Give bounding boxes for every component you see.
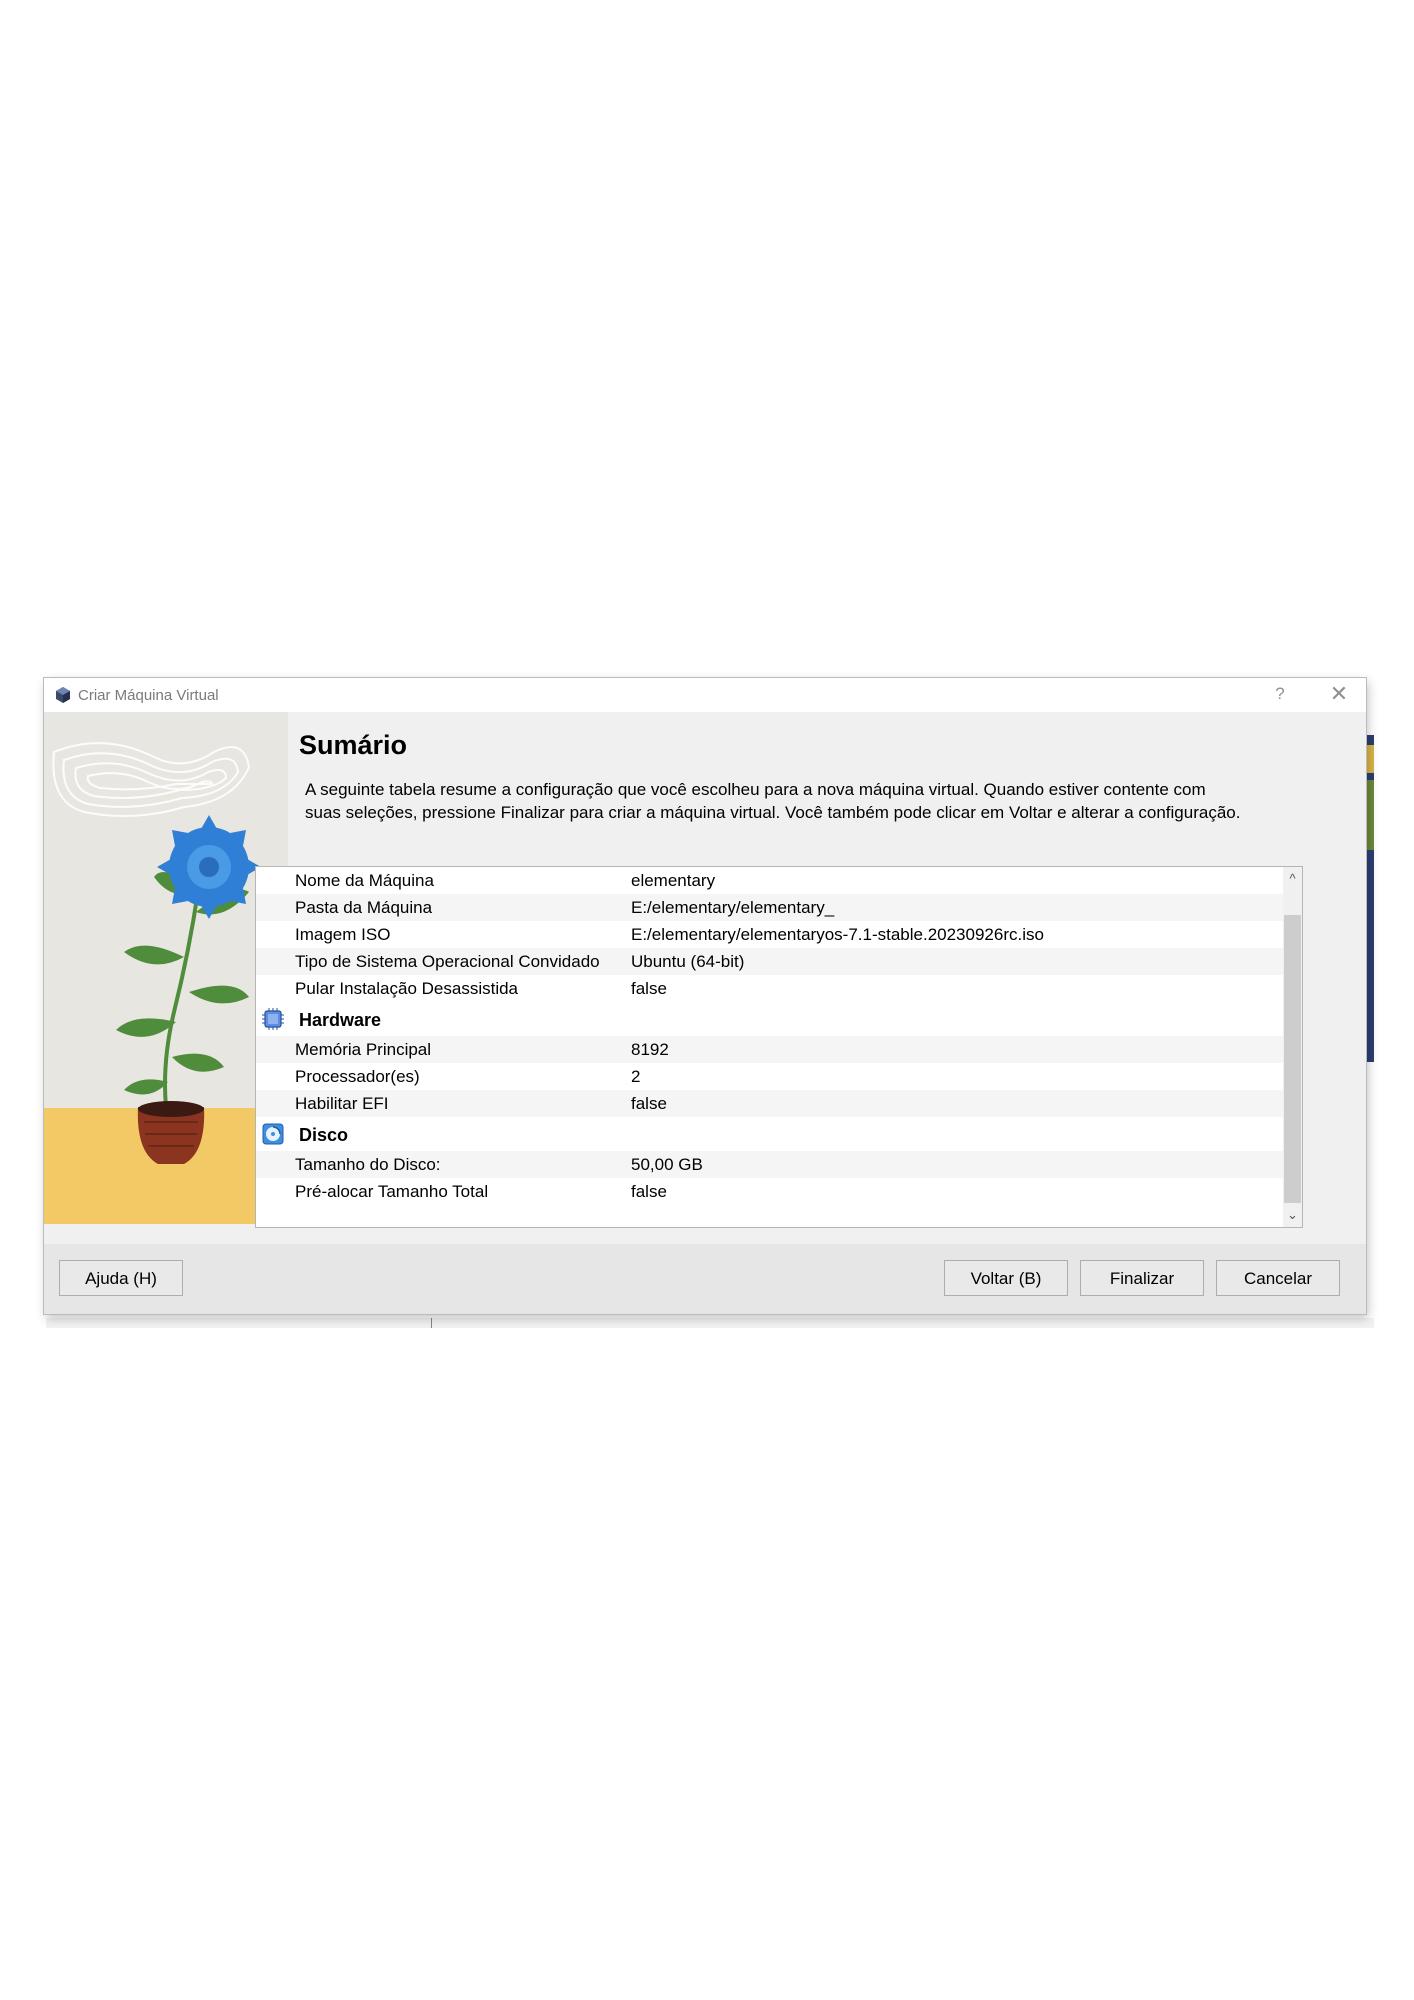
- dialog-footer: Ajuda (H) Voltar (B) Finalizar Cancelar: [44, 1244, 1366, 1314]
- row-key: Processador(es): [295, 1067, 420, 1086]
- row-value: false: [631, 979, 667, 998]
- row-value: Ubuntu (64-bit): [631, 952, 745, 971]
- scroll-up-icon[interactable]: ^: [1283, 869, 1302, 889]
- table-row: Nome da Máquina elementary: [256, 867, 1283, 894]
- wizard-illustration: [44, 712, 288, 1224]
- table-row: Imagem ISO E:/elementary/elementaryos-7.…: [256, 921, 1283, 948]
- row-value: elementary: [631, 871, 716, 890]
- section-disk: Disco: [256, 1117, 1283, 1151]
- close-icon[interactable]: ✕: [1326, 681, 1352, 707]
- chip-icon: [262, 1008, 284, 1030]
- row-key: Memória Principal: [295, 1040, 432, 1059]
- row-key: Pasta da Máquina: [295, 898, 433, 917]
- cancel-button[interactable]: Cancelar: [1216, 1260, 1340, 1296]
- vertical-scrollbar[interactable]: ^ ⌄: [1283, 867, 1302, 1227]
- table-row: Pular Instalação Desassistida false: [256, 975, 1283, 1002]
- title-bar: Criar Máquina Virtual ? ✕: [44, 678, 1366, 712]
- scroll-down-icon[interactable]: ⌄: [1283, 1205, 1302, 1225]
- row-key: Habilitar EFI: [295, 1094, 389, 1113]
- table-row: Processador(es) 2: [256, 1063, 1283, 1090]
- row-key: Tamanho do Disco:: [295, 1155, 441, 1174]
- row-value: E:/elementary/elementary_: [631, 898, 835, 917]
- page-description: A seguinte tabela resume a configuração …: [305, 780, 1241, 822]
- row-key: Pré-alocar Tamanho Total: [295, 1182, 489, 1201]
- row-value: 8192: [631, 1040, 669, 1059]
- window-title: Criar Máquina Virtual: [78, 687, 219, 704]
- table-row: Tipo de Sistema Operacional Convidado Ub…: [256, 948, 1283, 975]
- row-value: false: [631, 1094, 667, 1113]
- section-title: Hardware: [299, 1010, 382, 1030]
- row-value: E:/elementary/elementaryos-7.1-stable.20…: [631, 925, 1044, 944]
- back-button[interactable]: Voltar (B): [944, 1260, 1068, 1296]
- help-icon[interactable]: ?: [1270, 684, 1290, 704]
- table-row: Tamanho do Disco: 50,00 GB: [256, 1151, 1283, 1178]
- table-row: Pasta da Máquina E:/elementary/elementar…: [256, 894, 1283, 921]
- summary-rows: Nome da Máquina elementary Pasta da Máqu…: [256, 867, 1283, 1205]
- row-key: Nome da Máquina: [295, 871, 434, 890]
- help-button[interactable]: Ajuda (H): [59, 1260, 183, 1296]
- virtualbox-icon: [56, 687, 70, 703]
- table-row: Habilitar EFI false: [256, 1090, 1283, 1117]
- section-title: Disco: [299, 1125, 349, 1145]
- row-key: Tipo de Sistema Operacional Convidado: [295, 952, 600, 971]
- background-app-edge: [1366, 735, 1374, 1062]
- finish-button[interactable]: Finalizar: [1080, 1260, 1204, 1296]
- row-value: 2: [631, 1067, 641, 1086]
- row-value: 50,00 GB: [631, 1155, 703, 1174]
- table-row: Memória Principal 8192: [256, 1036, 1283, 1063]
- row-key: Imagem ISO: [295, 925, 391, 944]
- disk-icon: [262, 1123, 284, 1145]
- row-value: false: [631, 1182, 667, 1201]
- background-app-bottom: [46, 1318, 1374, 1328]
- row-key: Pular Instalação Desassistida: [295, 979, 519, 998]
- summary-table[interactable]: Nome da Máquina elementary Pasta da Máqu…: [255, 866, 1303, 1228]
- table-row: Pré-alocar Tamanho Total false: [256, 1178, 1283, 1205]
- scroll-thumb[interactable]: [1284, 915, 1301, 1203]
- section-hardware: Hardware: [256, 1002, 1283, 1036]
- page-title: Sumário: [299, 730, 408, 760]
